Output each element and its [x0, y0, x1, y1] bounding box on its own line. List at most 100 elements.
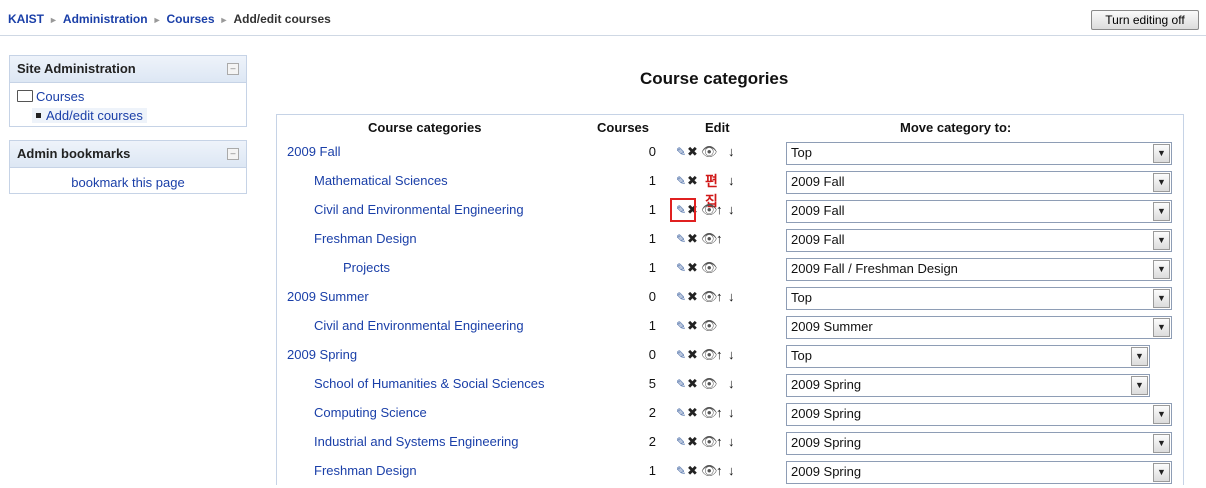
edit-icon[interactable]: ✎: [676, 143, 686, 161]
turn-editing-off-button[interactable]: Turn editing off: [1091, 10, 1199, 30]
category-name-link[interactable]: 2009 Fall: [287, 144, 340, 159]
delete-icon[interactable]: ✖: [687, 375, 698, 393]
category-name-link[interactable]: Projects: [343, 260, 390, 275]
down-icon[interactable]: ↓: [728, 433, 735, 451]
move-category-value: Top: [791, 145, 812, 160]
bookmark-this-page-link[interactable]: bookmark this page: [10, 175, 246, 190]
move-category-select[interactable]: 2009 Spring ▼: [786, 374, 1150, 397]
dropdown-arrow-icon[interactable]: ▼: [1153, 289, 1170, 308]
course-count: 1: [648, 202, 656, 217]
move-category-select[interactable]: 2009 Spring ▼: [786, 432, 1172, 455]
breadcrumb: KAIST ► Administration ► Courses ► Add/edit co…: [8, 12, 331, 26]
edit-icon[interactable]: ✎: [676, 259, 686, 277]
delete-icon[interactable]: ✖: [687, 288, 698, 306]
dropdown-arrow-icon[interactable]: ▼: [1153, 405, 1170, 424]
courses-tree-item[interactable]: Courses: [17, 89, 84, 104]
dropdown-arrow-icon[interactable]: ▼: [1153, 144, 1170, 163]
edit-icon[interactable]: ✎: [676, 172, 686, 190]
delete-icon[interactable]: ✖: [687, 404, 698, 422]
dropdown-arrow-icon[interactable]: ▼: [1153, 318, 1170, 337]
breadcrumb-current: Add/edit courses: [233, 12, 331, 26]
up-icon[interactable]: ↑: [716, 230, 723, 248]
category-name-link[interactable]: Computing Science: [314, 405, 427, 420]
up-icon[interactable]: ↑: [716, 201, 723, 219]
edit-icon[interactable]: ✎: [676, 230, 686, 248]
dropdown-arrow-icon[interactable]: ▼: [1153, 231, 1170, 250]
down-icon[interactable]: ↓: [728, 172, 735, 190]
add-edit-courses-item[interactable]: Add/edit courses: [32, 108, 147, 123]
up-icon[interactable]: ↑: [716, 462, 723, 480]
breadcrumb-kaist[interactable]: KAIST: [8, 12, 44, 26]
category-name-link[interactable]: 2009 Spring: [287, 347, 357, 362]
collapse-icon[interactable]: –: [227, 63, 239, 75]
folder-open-icon: [17, 90, 33, 102]
delete-icon[interactable]: ✖: [687, 317, 698, 335]
edit-icon[interactable]: ✎: [676, 462, 686, 480]
move-category-select[interactable]: 2009 Fall / Freshman Design ▼: [786, 258, 1172, 281]
dropdown-arrow-icon[interactable]: ▼: [1153, 463, 1170, 482]
dropdown-arrow-icon[interactable]: ▼: [1153, 202, 1170, 221]
collapse-icon[interactable]: –: [227, 148, 239, 160]
move-category-select[interactable]: 2009 Fall ▼: [786, 200, 1172, 223]
breadcrumb-separator-icon: ►: [49, 15, 58, 25]
delete-icon[interactable]: ✖: [687, 230, 698, 248]
hide-icon[interactable]: 👁: [701, 143, 718, 161]
edit-icon[interactable]: ✎: [676, 317, 686, 335]
category-name-link[interactable]: Industrial and Systems Engineering: [314, 434, 519, 449]
move-category-select[interactable]: 2009 Fall ▼: [786, 171, 1172, 194]
edit-icon[interactable]: ✎: [676, 375, 686, 393]
table-row: Civil and Environmental Engineering 1 ✎ ✖ 👁 ↑…: [276, 198, 1182, 227]
move-category-value: 2009 Fall: [791, 232, 845, 247]
down-icon[interactable]: ↓: [728, 346, 735, 364]
delete-icon[interactable]: ✖: [687, 172, 698, 190]
dropdown-arrow-icon[interactable]: ▼: [1153, 260, 1170, 279]
breadcrumb-courses[interactable]: Courses: [167, 12, 215, 26]
down-icon[interactable]: ↓: [728, 143, 735, 161]
category-name-link[interactable]: 2009 Summer: [287, 289, 369, 304]
edit-icon[interactable]: ✎: [676, 404, 686, 422]
hide-icon[interactable]: 👁: [701, 375, 718, 393]
category-name-link[interactable]: Mathematical Sciences: [314, 173, 448, 188]
move-category-select[interactable]: 2009 Spring ▼: [786, 403, 1172, 426]
down-icon[interactable]: ↓: [728, 288, 735, 306]
hide-icon[interactable]: 👁: [701, 317, 718, 335]
move-category-select[interactable]: Top ▼: [786, 345, 1150, 368]
dropdown-arrow-icon[interactable]: ▼: [1153, 434, 1170, 453]
move-category-select[interactable]: Top ▼: [786, 287, 1172, 310]
delete-icon[interactable]: ✖: [687, 259, 698, 277]
up-icon[interactable]: ↑: [716, 404, 723, 422]
up-icon[interactable]: ↑: [716, 433, 723, 451]
down-icon[interactable]: ↓: [728, 462, 735, 480]
up-icon[interactable]: ↑: [716, 346, 723, 364]
move-category-select[interactable]: 2009 Fall ▼: [786, 229, 1172, 252]
site-administration-title: Site Administration: [17, 61, 136, 76]
edit-icon[interactable]: ✎: [676, 346, 686, 364]
delete-icon[interactable]: ✖: [687, 462, 698, 480]
edit-icon[interactable]: ✎: [676, 288, 686, 306]
down-icon[interactable]: ↓: [728, 375, 735, 393]
course-count: 0: [648, 347, 656, 362]
move-category-select[interactable]: 2009 Summer ▼: [786, 316, 1172, 339]
delete-icon[interactable]: ✖: [687, 143, 698, 161]
breadcrumb-administration[interactable]: Administration: [63, 12, 148, 26]
course-count: 0: [648, 144, 656, 159]
category-name-link[interactable]: Civil and Environmental Engineering: [314, 318, 524, 333]
breadcrumb-separator-icon: ►: [219, 15, 229, 25]
move-category-select[interactable]: 2009 Spring ▼: [786, 461, 1172, 484]
edit-icon[interactable]: ✎: [676, 433, 686, 451]
up-icon[interactable]: ↑: [716, 288, 723, 306]
delete-icon[interactable]: ✖: [687, 346, 698, 364]
category-name-link[interactable]: Civil and Environmental Engineering: [314, 202, 524, 217]
dropdown-arrow-icon[interactable]: ▼: [1131, 347, 1148, 366]
category-name-link[interactable]: Freshman Design: [314, 463, 417, 478]
category-name-link[interactable]: Freshman Design: [314, 231, 417, 246]
move-category-select[interactable]: Top ▼: [786, 142, 1172, 165]
hide-icon[interactable]: 👁: [701, 259, 718, 277]
down-icon[interactable]: ↓: [728, 404, 735, 422]
delete-icon[interactable]: ✖: [687, 433, 698, 451]
dropdown-arrow-icon[interactable]: ▼: [1131, 376, 1148, 395]
down-icon[interactable]: ↓: [728, 201, 735, 219]
dropdown-arrow-icon[interactable]: ▼: [1153, 173, 1170, 192]
category-name-link[interactable]: School of Humanities & Social Sciences: [314, 376, 545, 391]
header-course-categories: Course categories: [368, 120, 482, 135]
